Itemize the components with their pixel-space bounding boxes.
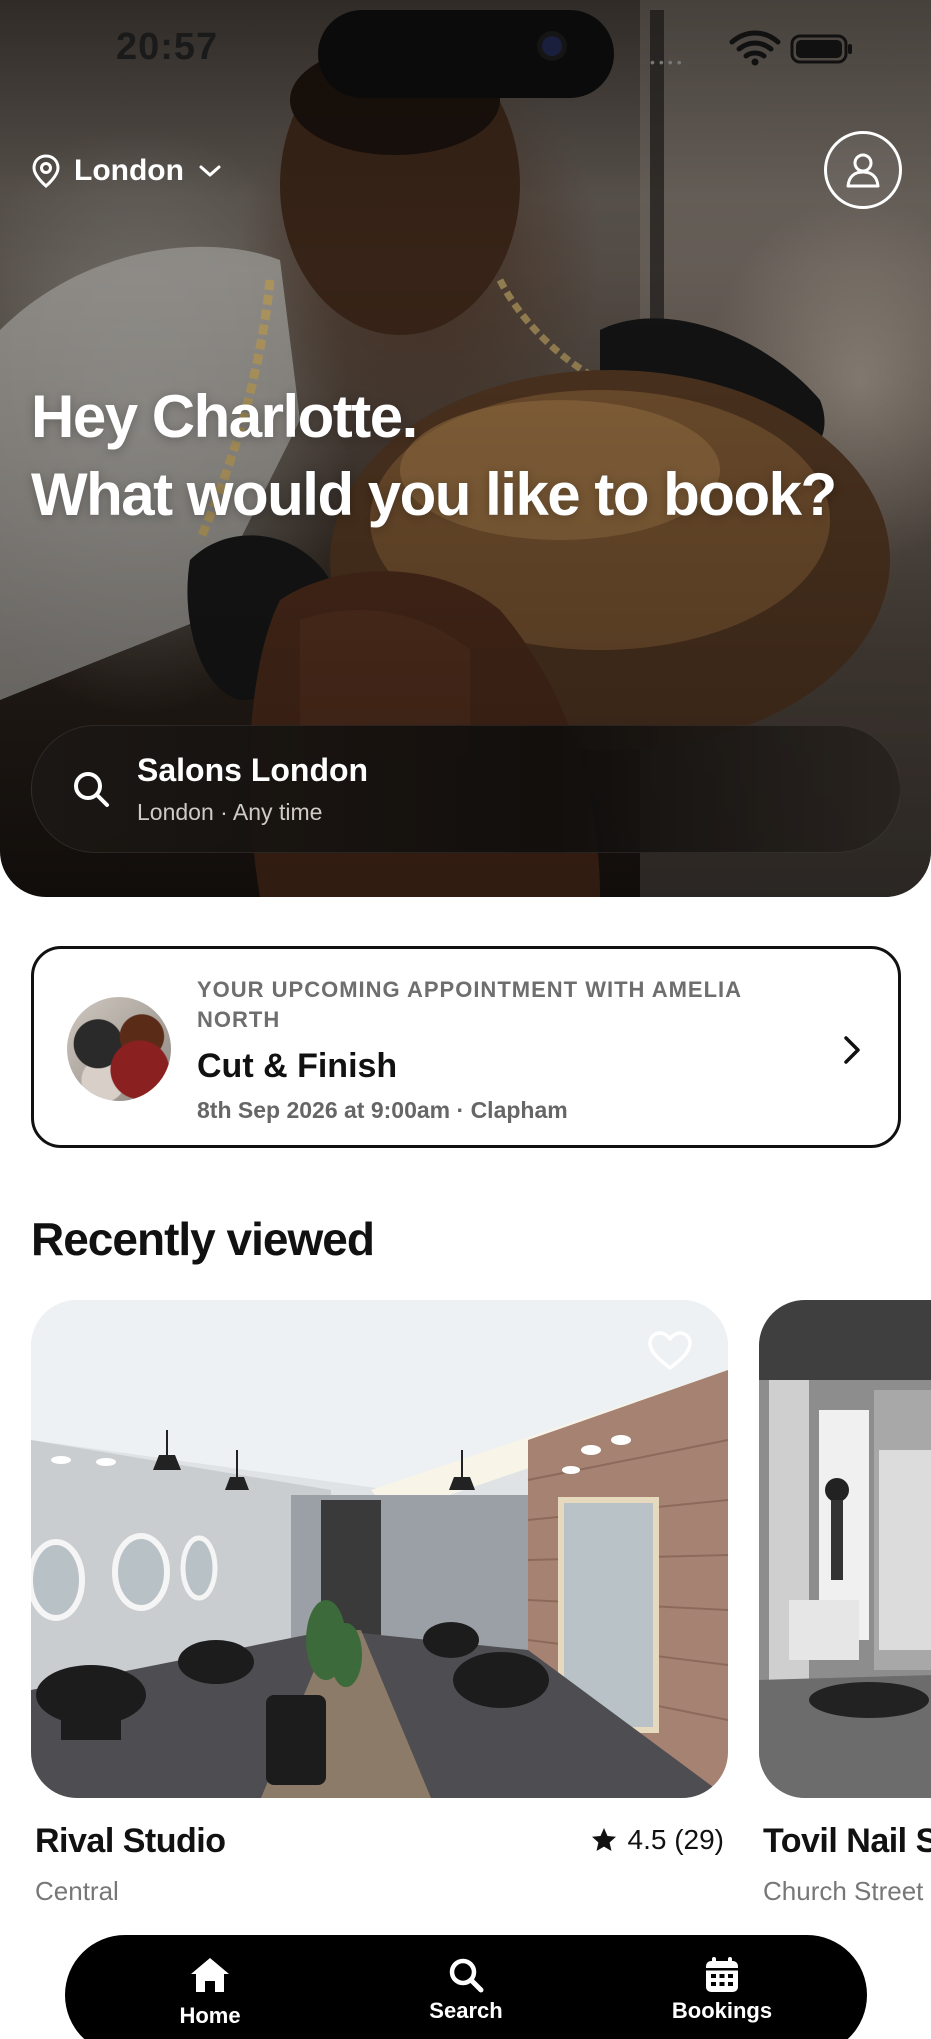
search-bar[interactable]: Salons London London · Any time: [31, 725, 901, 853]
hero-banner: 20:57 •••• London Hey Charlotte. What wo…: [0, 0, 931, 897]
location-selector[interactable]: London: [32, 148, 222, 194]
user-icon: [846, 153, 880, 188]
home-icon: [191, 1958, 229, 1992]
tab-search-label: Search: [429, 1998, 503, 2023]
tab-home[interactable]: Home: [130, 1935, 290, 2035]
tab-bookings-label: Bookings: [671, 1998, 773, 2023]
dynamic-island: [318, 10, 614, 98]
chevron-down-icon: [199, 165, 221, 177]
salon-interior-photo: [759, 1300, 931, 1798]
tab-home-label: Home: [179, 2003, 241, 2028]
venue-card[interactable]: Tovil Nail S Church Street: [759, 1300, 931, 1940]
venue-rating-value: 4.5 (29): [627, 1824, 725, 1855]
status-time: 20:57: [116, 26, 219, 68]
venue-name: Tovil Nail S: [763, 1822, 931, 1860]
appointment-service: Cut & Finish: [197, 1047, 398, 1085]
upcoming-appointment-card[interactable]: YOUR UPCOMING APPOINTMENT WITH AMELIA NO…: [31, 946, 901, 1148]
recently-viewed-heading: Recently viewed: [31, 1213, 375, 1265]
wifi-icon: [729, 30, 781, 66]
search-subtitle: London · Any time: [137, 799, 323, 825]
favourite-heart-icon[interactable]: [647, 1330, 693, 1372]
wifi-battery-icon: [729, 30, 852, 66]
chevron-right-icon: [844, 1036, 860, 1064]
tab-bookings[interactable]: Bookings: [642, 1935, 802, 2035]
camera-icon: [542, 36, 562, 56]
tab-bar: Home Search Bookings: [65, 1935, 867, 2039]
status-bar: 20:57 ••••: [0, 0, 931, 98]
location-label: London: [74, 154, 184, 187]
greeting-line-2: What would you like to book?: [31, 461, 837, 528]
venue-image: [31, 1300, 728, 1798]
profile-button[interactable]: [824, 131, 902, 209]
location-pin-icon: [32, 154, 60, 188]
search-title: Salons London: [137, 752, 369, 788]
appointment-thumbnail: [67, 997, 171, 1101]
signal-dots-icon: ••••: [650, 54, 686, 70]
salon-interior-photo: [31, 1300, 728, 1798]
battery-icon: [790, 34, 852, 64]
greeting-heading: Hey Charlotte. What would you like to bo…: [31, 378, 911, 534]
tab-search[interactable]: Search: [386, 1935, 546, 2035]
search-icon: [449, 1958, 484, 1993]
search-icon: [74, 772, 109, 807]
venue-rating: 4.5 (29): [590, 1824, 725, 1856]
venue-name: Rival Studio: [35, 1822, 226, 1860]
venue-image: [759, 1300, 931, 1798]
appointment-kicker: YOUR UPCOMING APPOINTMENT WITH AMELIA NO…: [197, 977, 742, 1032]
calendar-icon: [706, 1957, 738, 1992]
greeting-line-1: Hey Charlotte.: [31, 383, 418, 450]
appointment-details: 8th Sep 2026 at 9:00am · Clapham: [197, 1097, 568, 1123]
star-icon: [591, 1828, 616, 1851]
